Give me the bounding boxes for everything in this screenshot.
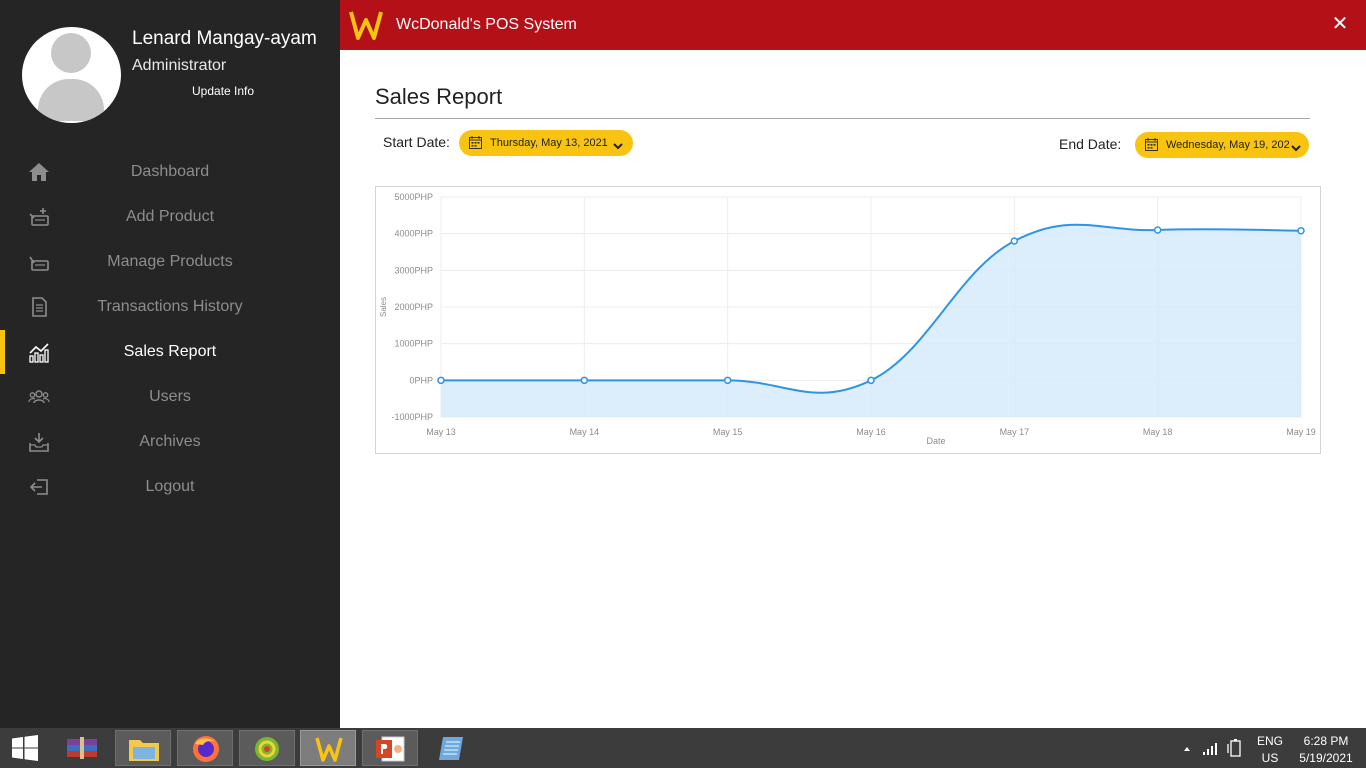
- title-bar: WcDonald's POS System ✕: [340, 0, 1366, 50]
- lang-code: ENG: [1256, 734, 1283, 748]
- data-point: [437, 376, 445, 385]
- nav-item-users[interactable]: Users: [0, 375, 340, 419]
- nav-label: Transactions History: [97, 298, 243, 315]
- data-point: [1010, 237, 1019, 245]
- data-point: [1297, 226, 1305, 235]
- data-point: [723, 376, 732, 385]
- y-tick-label: 0PHP: [409, 375, 433, 385]
- taskbar-notepad[interactable]: [424, 730, 480, 766]
- taskbar-winrar[interactable]: [54, 730, 110, 766]
- x-tick-label: May 14: [570, 427, 600, 437]
- user-name: Lenard Mangay-ayam: [132, 28, 317, 49]
- nav-item-dashboard[interactable]: Dashboard: [0, 150, 340, 194]
- taskbar-file-explorer[interactable]: [115, 730, 171, 766]
- windows-icon: [12, 735, 38, 761]
- sales-chart-svg: 5000PHP 4000PHP 3000PHP 2000PHP 1000PHP 0PHP -…: [379, 192, 1316, 446]
- nav-label: Archives: [139, 433, 201, 450]
- taskbar-firefox[interactable]: [177, 730, 233, 766]
- nav-label: Manage Products: [107, 253, 233, 270]
- x-tick-label: May 16: [856, 427, 886, 437]
- avatar: [22, 27, 121, 123]
- start-date-label: Start Date:: [383, 134, 450, 150]
- y-tick-label: -1000PHP: [391, 412, 433, 422]
- tray-expand-icon[interactable]: [1180, 728, 1194, 768]
- y-tick-label: 5000PHP: [394, 192, 433, 202]
- data-point: [1153, 226, 1162, 234]
- nav-label: Sales Report: [123, 343, 217, 360]
- nav-label: Logout: [145, 478, 195, 495]
- nav-label: Users: [149, 388, 191, 405]
- nav-item-transactions-history[interactable]: Transactions History: [0, 285, 340, 329]
- calendar-icon: [1145, 138, 1158, 151]
- chevron-down-icon: [1289, 140, 1303, 152]
- sales-chart: 5000PHP 4000PHP 3000PHP 2000PHP 1000PHP 0PHP -…: [375, 186, 1321, 454]
- title-divider: [375, 118, 1310, 119]
- language-indicator[interactable]: ENG US: [1252, 728, 1288, 768]
- nav-item-logout[interactable]: Logout: [0, 465, 340, 509]
- chevron-down-icon: [613, 138, 623, 150]
- start-date-value: Thursday, May 13, 2021: [490, 137, 608, 149]
- close-button[interactable]: ✕: [1328, 12, 1352, 36]
- y-axis-label: Sales: [379, 297, 388, 317]
- winrar-icon: [67, 737, 97, 759]
- nav-item-add-product[interactable]: Add Product: [0, 195, 340, 239]
- app-logo-icon: [348, 8, 384, 42]
- data-point: [580, 376, 589, 385]
- calendar-icon: [469, 136, 482, 149]
- data-point: [867, 376, 875, 385]
- chameleon-icon: [255, 737, 279, 761]
- taskbar-pos-app[interactable]: [300, 730, 356, 766]
- x-tick-label: May 13: [426, 427, 456, 437]
- file-explorer-icon: [129, 740, 159, 761]
- profile-panel: Lenard Mangay-ayam Administrator Update …: [0, 0, 340, 140]
- powerpoint-icon: [376, 736, 405, 762]
- end-date-picker[interactable]: Wednesday, May 19, 2021: [1135, 132, 1309, 158]
- y-tick-label: 1000PHP: [394, 339, 433, 349]
- battery-icon[interactable]: [1226, 728, 1244, 768]
- nav-label: Add Product: [125, 208, 215, 225]
- windows-start-button[interactable]: [0, 728, 50, 768]
- y-tick-label: 2000PHP: [394, 302, 433, 312]
- nav-label: Dashboard: [130, 163, 210, 180]
- sidebar: Lenard Mangay-ayam Administrator Update …: [0, 0, 340, 728]
- pos-app-icon: [315, 737, 343, 762]
- update-info-link[interactable]: Update Info: [192, 84, 254, 98]
- notepad-icon: [439, 737, 463, 760]
- nav-item-manage-products[interactable]: Manage Products: [0, 240, 340, 284]
- nav-item-sales-report[interactable]: Sales Report: [0, 330, 340, 374]
- start-date-picker[interactable]: Thursday, May 13, 2021: [459, 130, 633, 156]
- clock[interactable]: 6:28 PM 5/19/2021: [1292, 728, 1360, 768]
- y-tick-label: 3000PHP: [394, 265, 433, 275]
- x-tick-label: May 15: [713, 427, 743, 437]
- nav-item-archives[interactable]: Archives: [0, 420, 340, 464]
- clock-date: 5/19/2021: [1299, 751, 1353, 765]
- app-title: WcDonald's POS System: [396, 16, 577, 33]
- taskbar-powerpoint[interactable]: [362, 730, 418, 766]
- taskbar-chameleon[interactable]: [239, 730, 295, 766]
- end-date-label: End Date:: [1059, 136, 1122, 152]
- taskbar: ENG US 6:28 PM 5/19/2021: [0, 728, 1366, 768]
- firefox-icon: [193, 736, 219, 762]
- end-date-value: Wednesday, May 19, 2021: [1166, 139, 1296, 151]
- user-role: Administrator: [132, 57, 227, 74]
- x-axis-label: Date: [926, 436, 945, 446]
- y-tick-label: 4000PHP: [394, 229, 433, 239]
- lang-region: US: [1261, 751, 1279, 765]
- clock-time: 6:28 PM: [1303, 734, 1349, 748]
- x-tick-label: May 19: [1286, 427, 1316, 437]
- x-tick-label: May 18: [1143, 427, 1173, 437]
- x-tick-label: May 17: [1000, 427, 1030, 437]
- page-title: Sales Report: [375, 84, 503, 109]
- signal-icon[interactable]: [1202, 728, 1220, 768]
